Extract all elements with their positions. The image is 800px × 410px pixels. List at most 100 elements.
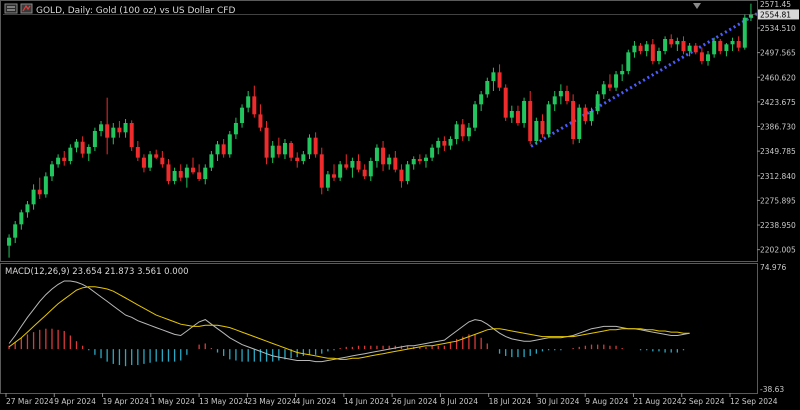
- price-tick-label: 2460.620: [760, 73, 796, 82]
- bear-candle: [693, 45, 698, 53]
- bull-candle: [742, 17, 747, 48]
- bull-candle: [282, 143, 287, 155]
- bull-candle: [31, 189, 36, 205]
- bull-candle: [307, 137, 312, 155]
- bull-candle: [13, 224, 18, 238]
- bull-candle: [184, 167, 189, 178]
- bull-candle: [368, 161, 373, 177]
- bear-candle: [681, 41, 686, 51]
- bull-candle: [172, 171, 177, 181]
- bull-candle: [479, 94, 484, 105]
- macd-panel-frame: [0, 263, 758, 394]
- signal-line: [8, 286, 690, 360]
- bear-candle: [417, 159, 422, 161]
- bear-candle: [80, 141, 85, 154]
- time-tick-label: 13 May 2024: [199, 397, 248, 406]
- bear-candle: [141, 157, 146, 168]
- current-price-label: 2554.81: [760, 10, 791, 19]
- macd-label: MACD(12,26,9) 23.654 21.873 3.561 0.000: [5, 267, 189, 277]
- macd-series: [8, 280, 690, 367]
- bull-candle: [338, 164, 343, 178]
- bull-candle: [448, 139, 453, 146]
- indicator-toggle-icon[interactable]: [20, 3, 33, 14]
- bull-candle: [626, 52, 631, 71]
- bull-candle: [49, 164, 54, 177]
- bear-candle: [178, 171, 183, 178]
- trendline-segment[interactable]: [530, 12, 758, 148]
- time-tick-label: 18 Jul 2024: [489, 397, 532, 406]
- time-tick-label: 12 Sep 2024: [730, 397, 778, 406]
- bull-candle: [215, 144, 220, 155]
- price-tick-label: 2312.840: [760, 172, 796, 181]
- price-tick-label: 2534.510: [760, 24, 796, 33]
- trendline[interactable]: [530, 3, 758, 148]
- bull-candle: [558, 91, 563, 97]
- bear-candle: [264, 127, 269, 158]
- bear-candle: [718, 41, 723, 51]
- bull-candle: [534, 121, 539, 141]
- symbol-icon: [4, 3, 18, 14]
- bull-candle: [546, 104, 551, 135]
- bear-candle: [160, 157, 165, 165]
- bull-candle: [687, 45, 692, 51]
- chart-canvas: 2534.510 2497.565 2460.620 2423.675 2386.730…: [0, 0, 799, 406]
- bull-candle: [325, 174, 330, 188]
- bull-candle: [92, 131, 97, 147]
- bear-candle: [460, 124, 465, 137]
- bull-candle: [644, 44, 649, 51]
- bull-candle: [595, 94, 600, 111]
- bull-candle: [577, 107, 582, 139]
- bull-candle: [86, 147, 91, 154]
- bull-candle: [552, 96, 557, 105]
- bull-candle: [491, 72, 496, 81]
- bull-candle: [301, 154, 306, 161]
- bear-candle: [319, 154, 324, 188]
- bear-candle: [154, 154, 159, 158]
- bear-candle: [191, 167, 195, 173]
- bull-candle: [7, 237, 12, 246]
- price-tick-label: 2202.005: [760, 246, 796, 255]
- bull-candle: [56, 157, 61, 165]
- bear-candle: [393, 157, 398, 170]
- bear-candle: [37, 189, 42, 195]
- bull-candle: [663, 39, 668, 51]
- time-tick-label: 1 May 2024: [151, 397, 195, 406]
- bear-candle: [295, 157, 300, 161]
- bear-candle: [332, 174, 337, 178]
- bear-candle: [135, 147, 140, 158]
- time-tick-label: 23 May 2024: [247, 397, 296, 406]
- shift-marker-icon[interactable]: [693, 3, 701, 9]
- bull-candle: [614, 74, 619, 88]
- bull-candle: [99, 124, 104, 131]
- bull-candle: [632, 45, 637, 53]
- bear-candle: [356, 161, 361, 170]
- bull-candle: [68, 147, 73, 161]
- bear-candle: [276, 145, 281, 155]
- bear-candle: [197, 172, 202, 179]
- bull-candle: [374, 147, 379, 161]
- price-tick-label: 2386.730: [760, 123, 796, 132]
- macd-bottom-label: -38.63: [760, 385, 784, 394]
- bear-candle: [129, 123, 134, 147]
- bear-candle: [105, 124, 110, 138]
- time-tick-label: 14 Jun 2024: [344, 397, 389, 406]
- bull-candle: [436, 141, 441, 148]
- time-tick-label: 9 Apr 2024: [54, 397, 96, 406]
- bull-candle: [111, 127, 116, 138]
- price-tick-label: 2497.565: [760, 49, 796, 58]
- bull-candle: [423, 157, 428, 161]
- price-tick-label: 2275.895: [760, 196, 796, 205]
- bear-candle: [289, 143, 294, 158]
- bear-candle: [442, 141, 447, 146]
- time-tick-label: 19 Apr 2024: [103, 397, 150, 406]
- bear-candle: [252, 96, 257, 115]
- bear-candle: [62, 157, 67, 161]
- bull-candle: [19, 212, 24, 225]
- time-tick-label: 9 Aug 2024: [585, 397, 628, 406]
- bear-candle: [583, 107, 588, 121]
- candlestick-series: [7, 3, 753, 258]
- bull-candle: [675, 41, 680, 45]
- time-tick-label: 26 Jun 2024: [392, 397, 437, 406]
- chart-title: GOLD, Daily: Gold (100 oz) vs US Dollar …: [36, 6, 235, 16]
- bull-candle: [240, 107, 245, 123]
